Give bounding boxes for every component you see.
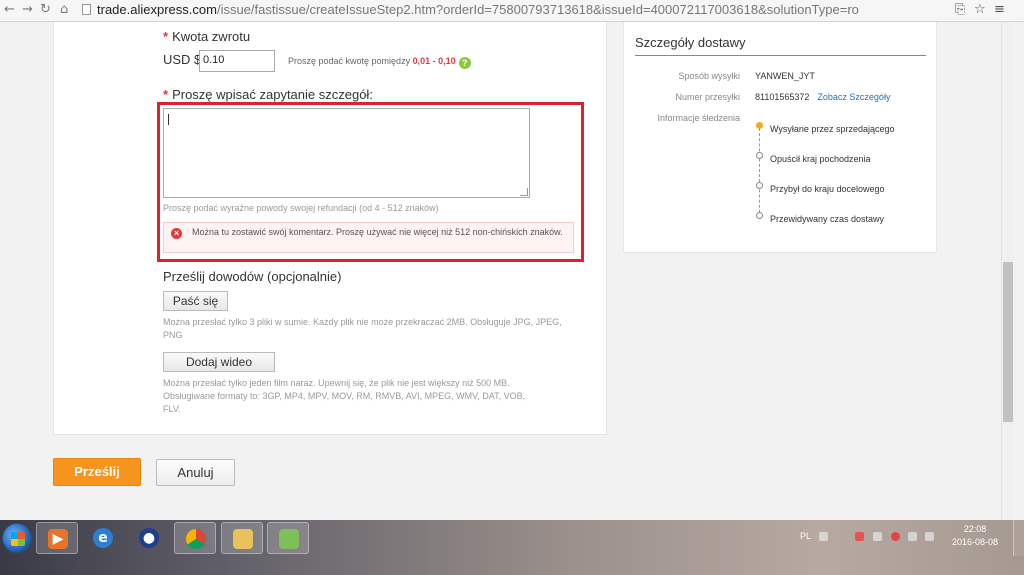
messenger-logo-icon: ● bbox=[139, 528, 159, 548]
page-scrollbar[interactable] bbox=[1001, 22, 1014, 520]
amount-range: 0,01 - 0,10 bbox=[412, 56, 456, 66]
divider bbox=[635, 55, 926, 56]
ie-logo-icon: e bbox=[93, 528, 113, 548]
tracking-number-row: 81101565372 Zobacz Szczegóły bbox=[755, 92, 890, 102]
windows-logo-icon bbox=[11, 532, 25, 546]
timeline-dot bbox=[756, 152, 763, 159]
refund-amount-label: * Kwota zwrotu bbox=[163, 29, 250, 44]
taskbar: ▶ e ● PL 22:08 2016-08-08 bbox=[0, 520, 1024, 575]
taskbar-strip: ▶ e ● PL 22:08 2016-08-08 bbox=[0, 520, 1024, 556]
play-icon: ▶ bbox=[48, 529, 68, 549]
refund-amount-text: Kwota zwrotu bbox=[172, 29, 251, 44]
amount-hint-text: Proszę podać kwotę pomiędzy bbox=[288, 56, 411, 66]
chrome-icon[interactable] bbox=[174, 522, 216, 554]
timeline-dot bbox=[756, 182, 763, 189]
system-tray: PL 22:08 2016-08-08 bbox=[795, 520, 1024, 556]
messenger-icon[interactable]: ● bbox=[128, 522, 170, 554]
highlight-frame bbox=[157, 102, 584, 262]
notes-icon bbox=[279, 529, 299, 549]
details-label: * Proszę wpisać zapytanie szczegół: bbox=[163, 87, 373, 102]
add-video-button[interactable]: Dodaj wideo bbox=[163, 352, 275, 372]
translate-icon[interactable]: ⎘ bbox=[955, 2, 965, 17]
clock[interactable]: 22:08 2016-08-08 bbox=[945, 523, 1005, 549]
tracking-timeline bbox=[759, 128, 760, 218]
shipping-method-label: Sposób wysyłki bbox=[678, 71, 740, 81]
amount-hint: Proszę podać kwotę pomiędzy 0,01 - 0,10? bbox=[288, 56, 471, 69]
timeline-dot bbox=[756, 212, 763, 219]
reload-icon[interactable]: ↻ bbox=[40, 2, 51, 18]
media-player-icon[interactable]: ▶ bbox=[36, 522, 78, 554]
menu-icon[interactable]: ≡ bbox=[994, 2, 1005, 17]
tracking-step: Opuścił kraj pochodzenia bbox=[770, 154, 871, 164]
show-desktop-button[interactable] bbox=[1013, 520, 1024, 556]
details-label-text: Proszę wpisać zapytanie szczegół: bbox=[172, 87, 373, 102]
timeline-dot-active bbox=[756, 122, 763, 129]
forward-arrow-icon[interactable]: → bbox=[22, 2, 33, 18]
tracking-info-label: Informacje śledzenia bbox=[657, 113, 740, 123]
scrollbar-thumb[interactable] bbox=[1003, 262, 1013, 422]
keyboard-icon[interactable] bbox=[819, 532, 828, 541]
page-icon bbox=[82, 4, 91, 15]
submit-button[interactable]: Prześlij bbox=[53, 458, 141, 486]
browser-toolbar: ← → ↻ ⌂ trade.aliexpress.com/issue/fasti… bbox=[0, 0, 1024, 22]
chrome-logo-icon bbox=[186, 529, 206, 549]
tracking-step: Przybył do kraju docelowego bbox=[770, 184, 885, 194]
required-star: * bbox=[163, 29, 169, 44]
tray-app-icon[interactable] bbox=[855, 532, 864, 541]
upload-button[interactable]: Paść się bbox=[163, 291, 228, 311]
notes-app-icon[interactable] bbox=[267, 522, 309, 554]
address-bar[interactable]: trade.aliexpress.com/issue/fastissue/cre… bbox=[82, 1, 950, 19]
cancel-button[interactable]: Anuluj bbox=[156, 459, 235, 486]
url-host: trade.aliexpress.com bbox=[97, 2, 217, 17]
upload-note: Można przesłać tylko 3 pliki w sumie. Ka… bbox=[163, 317, 562, 340]
shipping-details-panel: Szczegóły dostawy Sposób wysyłki YANWEN_… bbox=[623, 22, 937, 253]
help-icon[interactable]: ? bbox=[458, 57, 471, 69]
folder-icon bbox=[233, 529, 253, 549]
evidence-label: Prześlij dowodów (opcjonalnie) bbox=[163, 269, 342, 284]
start-button[interactable] bbox=[2, 523, 32, 553]
url-path: /issue/fastissue/createIssueStep2.htm?or… bbox=[216, 2, 859, 17]
required-star: * bbox=[163, 87, 169, 102]
volume-icon[interactable] bbox=[925, 532, 934, 541]
tracking-step: Wysyłane przez sprzedającego bbox=[770, 124, 895, 134]
internet-explorer-icon[interactable]: e bbox=[82, 522, 124, 554]
language-indicator[interactable]: PL bbox=[800, 531, 811, 541]
file-explorer-icon[interactable] bbox=[221, 522, 263, 554]
shipping-method-value: YANWEN_JYT bbox=[755, 71, 815, 81]
clock-time: 22:08 bbox=[963, 524, 987, 534]
back-arrow-icon[interactable]: ← bbox=[4, 2, 15, 18]
tracking-number-label: Numer przesyłki bbox=[675, 92, 740, 102]
video-note: Można przesłać tylko jeden film naraz. U… bbox=[163, 378, 526, 414]
clock-date: 2016-08-08 bbox=[951, 537, 999, 547]
network-icon[interactable] bbox=[908, 532, 917, 541]
refund-amount-input[interactable]: 0.10 bbox=[199, 50, 275, 72]
tray-app-icon[interactable] bbox=[873, 532, 882, 541]
shipping-title: Szczegóły dostawy bbox=[635, 35, 746, 50]
view-details-link[interactable]: Zobacz Szczegóły bbox=[817, 92, 890, 102]
tracking-number-value: 81101565372 bbox=[755, 92, 810, 102]
tracking-step: Przewidywany czas dostawy bbox=[770, 214, 885, 224]
record-icon[interactable] bbox=[891, 532, 900, 541]
home-icon[interactable]: ⌂ bbox=[60, 2, 68, 18]
currency-label: USD $ bbox=[163, 52, 202, 67]
bookmark-star-icon[interactable]: ☆ bbox=[974, 2, 986, 17]
